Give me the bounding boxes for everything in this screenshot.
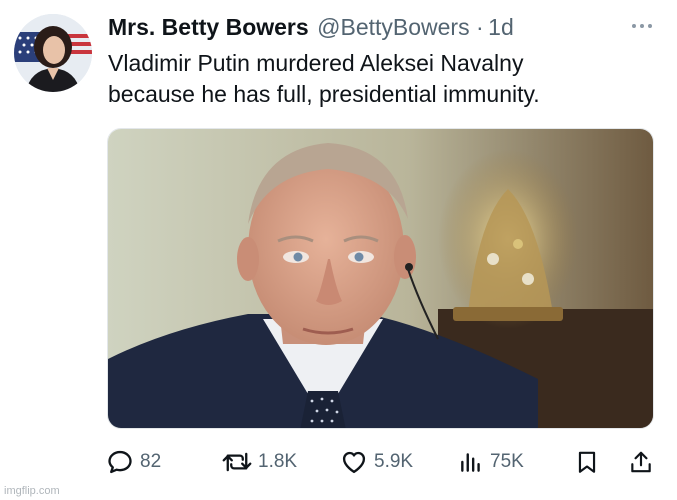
views-button[interactable]: 75K (458, 448, 524, 476)
tweet-text-line: Vladimir Putin murdered Aleksei Navalny (108, 50, 524, 76)
photo-image (108, 129, 653, 428)
watermark: imgflip.com (4, 485, 60, 497)
like-count: 5.9K (374, 451, 414, 472)
share-button[interactable] (628, 448, 654, 476)
author-handle[interactable]: @BettyBowers (317, 14, 469, 40)
like-button[interactable]: 5.9K (340, 448, 413, 476)
reply-icon (108, 450, 132, 474)
more-icon[interactable] (627, 16, 657, 36)
author-name[interactable]: Mrs. Betty Bowers (108, 14, 309, 40)
avatar[interactable] (14, 14, 92, 92)
tweet-actions: 82 1.8K 5.9K 75K (106, 448, 658, 476)
tweet-header: Mrs. Betty Bowers @BettyBowers · 1d (108, 14, 657, 42)
tweet-time[interactable]: 1d (488, 14, 514, 40)
separator-dot: · (476, 14, 484, 40)
tweet-text: Vladimir Putin murdered Aleksei Navalny … (108, 48, 658, 110)
repost-count: 1.8K (258, 451, 298, 472)
avatar-image (14, 14, 92, 92)
repost-icon (222, 452, 252, 472)
share-icon (631, 451, 651, 473)
bookmark-icon (578, 451, 596, 473)
heart-icon (342, 451, 366, 474)
views-count: 75K (490, 451, 524, 472)
repost-button[interactable]: 1.8K (222, 448, 297, 476)
tweet-media-photo[interactable] (107, 128, 654, 429)
reply-button[interactable]: 82 (106, 448, 161, 476)
views-icon (461, 453, 480, 472)
tweet-text-line: because he has full, presidential immuni… (108, 81, 540, 107)
bookmark-button[interactable] (574, 448, 600, 476)
reply-count: 82 (140, 451, 162, 472)
